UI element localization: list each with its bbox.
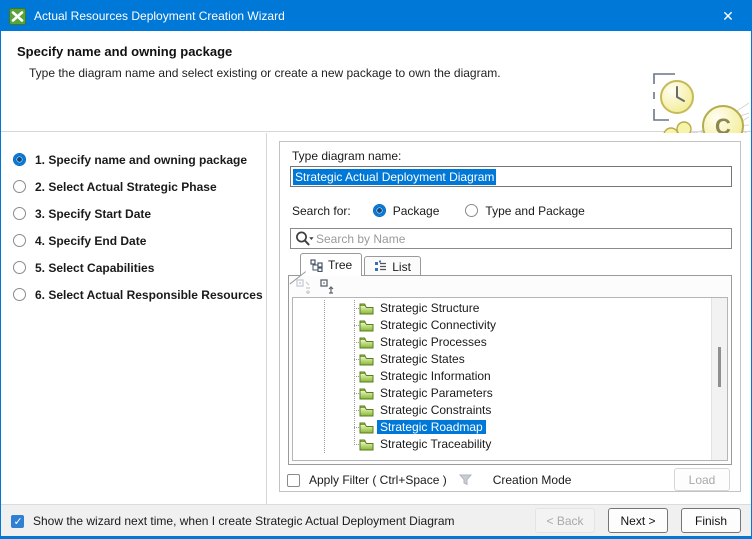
type-and-package-radio-label: Type and Package <box>485 204 584 218</box>
step-1-label: 1. Specify name and owning package <box>35 153 247 167</box>
folder-icon <box>359 404 374 417</box>
step-4-label: 4. Specify End Date <box>35 234 146 248</box>
step-5-label: 5. Select Capabilities <box>35 261 154 275</box>
step-1-radio[interactable] <box>13 153 26 166</box>
tree-item-strategic-constraints[interactable]: Strategic Constraints <box>293 402 710 419</box>
step-4[interactable]: 4. Specify End Date <box>13 227 266 254</box>
tree-scrollbar-thumb[interactable] <box>718 347 721 387</box>
title-bar: Actual Resources Deployment Creation Wiz… <box>1 1 751 31</box>
content-panel: Type diagram name: Strategic Actual Depl… <box>266 133 751 504</box>
page-title: Specify name and owning package <box>17 44 751 59</box>
filter-row: Apply Filter ( Ctrl+Space ) Creation Mod… <box>287 469 571 491</box>
apply-filter-label: Apply Filter ( Ctrl+Space ) <box>309 473 447 487</box>
finish-button[interactable]: Finish <box>681 508 741 533</box>
apply-filter-checkbox[interactable] <box>287 474 300 487</box>
tree-item-strategic-structure[interactable]: Strategic Structure <box>293 300 710 317</box>
folder-icon <box>359 438 374 451</box>
magnifier-icon[interactable] <box>294 230 315 247</box>
step-2-label: 2. Select Actual Strategic Phase <box>35 180 217 194</box>
package-radio-label: Package <box>393 204 440 218</box>
step-3-radio[interactable] <box>13 207 26 220</box>
folder-icon <box>359 370 374 383</box>
back-button[interactable]: < Back <box>535 508 595 533</box>
step-6-radio[interactable] <box>13 288 26 301</box>
step-2-radio[interactable] <box>13 180 26 193</box>
search-field[interactable] <box>290 228 732 249</box>
folder-icon <box>359 302 374 315</box>
show-wizard-checkbox[interactable] <box>11 515 24 528</box>
list-icon <box>374 260 387 273</box>
step-5[interactable]: 5. Select Capabilities <box>13 254 266 281</box>
wizard-header: Specify name and owning package Type the… <box>1 31 751 132</box>
search-input[interactable] <box>315 230 731 247</box>
tree-rows: Strategic Structure Strategic Connectivi… <box>293 300 710 453</box>
search-option-package[interactable]: Package <box>373 204 440 218</box>
step-3-label: 3. Specify Start Date <box>35 207 151 221</box>
step-6[interactable]: 6. Select Actual Responsible Resources <box>13 281 266 308</box>
tab-tree-label: Tree <box>328 258 352 272</box>
expand-all-icon[interactable] <box>296 279 311 294</box>
step-1[interactable]: 1. Specify name and owning package <box>13 146 266 173</box>
search-for-row: Search for: Package Type and Package <box>292 203 611 218</box>
app-icon <box>9 8 26 25</box>
diagram-name-label: Type diagram name: <box>292 149 401 163</box>
tree-item-strategic-information[interactable]: Strategic Information <box>293 368 710 385</box>
footer-buttons: < Back Next > Finish <box>535 508 741 533</box>
folder-icon <box>359 319 374 332</box>
tree-icon <box>310 259 323 272</box>
wizard-steps-list: 1. Specify name and owning package 2. Se… <box>13 146 266 308</box>
folder-icon <box>359 387 374 400</box>
search-option-type-and-package[interactable]: Type and Package <box>465 204 584 218</box>
tab-list[interactable]: List <box>364 256 421 276</box>
tree-item-strategic-processes[interactable]: Strategic Processes <box>293 334 710 351</box>
package-tree: Strategic Structure Strategic Connectivi… <box>292 297 728 461</box>
next-button[interactable]: Next > <box>608 508 668 533</box>
tree-toolbar <box>296 279 335 294</box>
tree-scrollbar[interactable] <box>711 298 727 460</box>
folder-icon <box>359 336 374 349</box>
close-button[interactable]: ✕ <box>705 1 751 31</box>
type-and-package-radio[interactable] <box>465 204 478 217</box>
tree-item-strategic-roadmap[interactable]: Strategic Roadmap <box>293 419 710 436</box>
creation-mode-label: Creation Mode <box>493 473 572 487</box>
wizard-dialog: Actual Resources Deployment Creation Wiz… <box>0 0 752 539</box>
tab-tree[interactable]: Tree <box>300 253 362 276</box>
tree-item-strategic-states[interactable]: Strategic States <box>293 351 710 368</box>
load-button[interactable]: Load <box>674 468 730 491</box>
tree-item-strategic-connectivity[interactable]: Strategic Connectivity <box>293 317 710 334</box>
search-for-label: Search for: <box>292 204 351 218</box>
tree-item-strategic-parameters[interactable]: Strategic Parameters <box>293 385 710 402</box>
show-wizard-label: Show the wizard next time, when I create… <box>33 514 455 528</box>
collapse-all-icon[interactable] <box>320 279 335 294</box>
folder-icon <box>359 421 374 434</box>
tree-view-panel: Strategic Structure Strategic Connectivi… <box>288 275 732 465</box>
step-2[interactable]: 2. Select Actual Strategic Phase <box>13 173 266 200</box>
funnel-icon <box>459 474 472 486</box>
step-5-radio[interactable] <box>13 261 26 274</box>
step-6-label: 6. Select Actual Responsible Resources <box>35 288 263 302</box>
step-4-radio[interactable] <box>13 234 26 247</box>
footer-bar: Show the wizard next time, when I create… <box>1 504 751 536</box>
steps-panel: 1. Specify name and owning package 2. Se… <box>1 133 266 504</box>
package-radio[interactable] <box>373 204 386 217</box>
diagram-name-value: Strategic Actual Deployment Diagram <box>293 169 496 185</box>
view-tabs: Tree List <box>300 253 423 276</box>
package-groupbox: Type diagram name: Strategic Actual Depl… <box>279 141 741 492</box>
window-title: Actual Resources Deployment Creation Wiz… <box>34 9 285 23</box>
step-3[interactable]: 3. Specify Start Date <box>13 200 266 227</box>
show-wizard-option[interactable]: Show the wizard next time, when I create… <box>11 514 455 528</box>
tree-item-strategic-traceability[interactable]: Strategic Traceability <box>293 436 710 453</box>
tab-list-label: List <box>392 260 411 274</box>
diagram-name-input[interactable]: Strategic Actual Deployment Diagram <box>290 166 732 187</box>
folder-icon <box>359 353 374 366</box>
